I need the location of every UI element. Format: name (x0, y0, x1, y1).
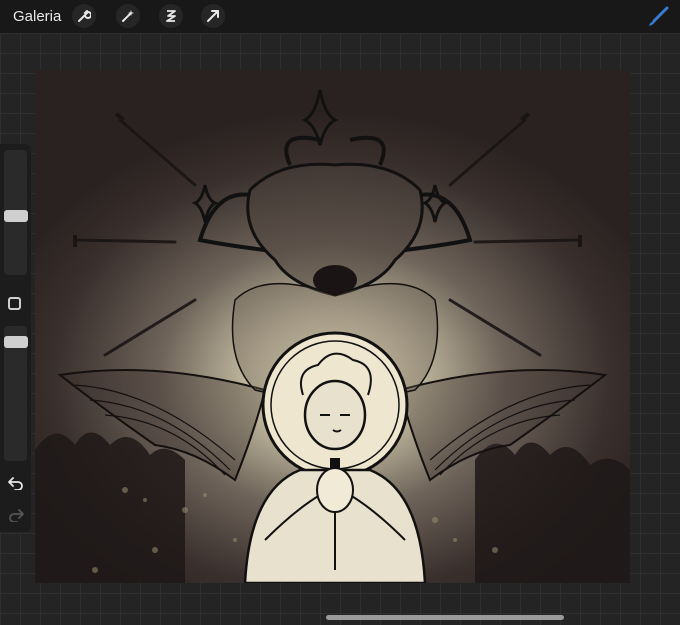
home-indicator[interactable] (326, 615, 564, 620)
move-arrow-icon[interactable] (201, 4, 225, 28)
artwork (35, 89, 630, 583)
undo-icon[interactable] (7, 476, 25, 491)
wrench-icon[interactable] (72, 4, 96, 28)
selection-icon[interactable] (159, 4, 183, 28)
brush-icon[interactable] (646, 5, 670, 29)
magic-wand-icon[interactable] (116, 4, 140, 28)
redo-icon[interactable] (7, 508, 25, 523)
top-toolbar: Galeria (0, 0, 680, 33)
opacity-thumb[interactable] (4, 336, 28, 348)
modify-button[interactable] (8, 297, 21, 310)
drawing-canvas[interactable] (35, 70, 630, 583)
brush-size-thumb[interactable] (4, 210, 28, 222)
gallery-button[interactable]: Galeria (13, 8, 61, 25)
left-sidebar (0, 144, 31, 532)
